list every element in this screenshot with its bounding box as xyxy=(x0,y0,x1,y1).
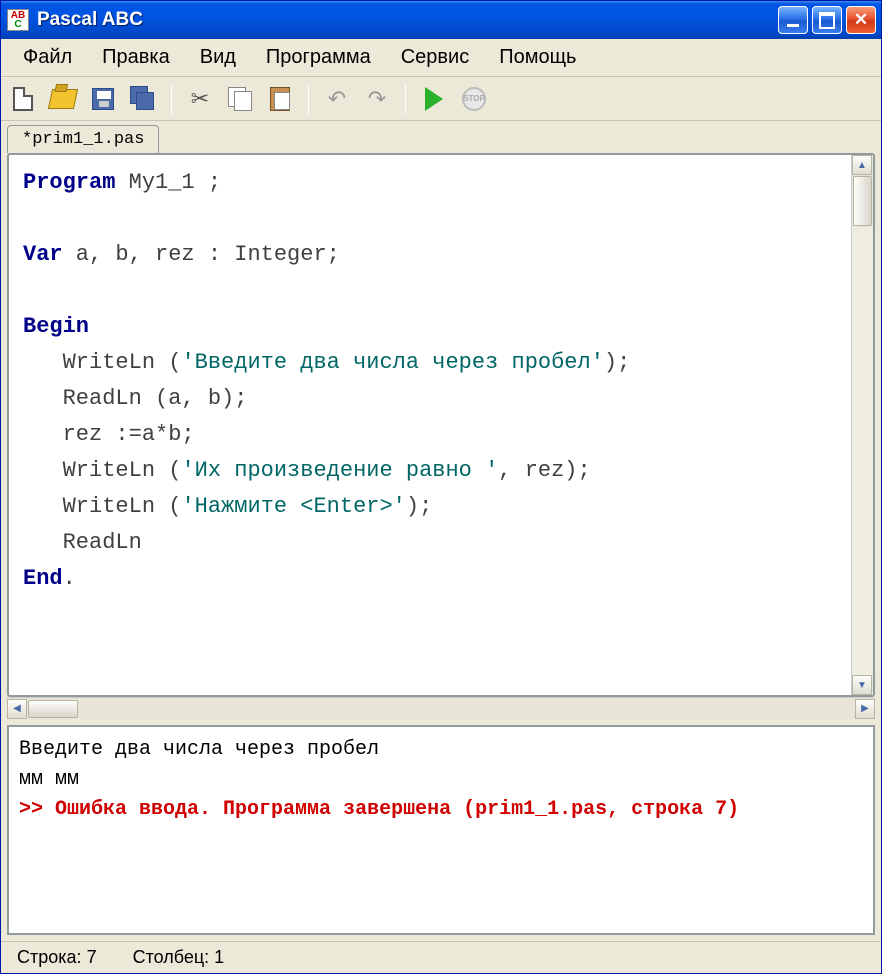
status-line: Строка: 7 xyxy=(11,945,103,970)
paste-button[interactable] xyxy=(264,83,296,115)
save-all-button[interactable] xyxy=(127,83,159,115)
scissors-icon: ✂ xyxy=(191,86,209,112)
run-button[interactable] xyxy=(418,83,450,115)
horizontal-scrollbar[interactable]: ◀ ▶ xyxy=(7,697,875,719)
toolbar: ✂ ↶ ↷ STOP xyxy=(1,77,881,121)
file-tab[interactable]: *prim1_1.pas xyxy=(7,125,159,153)
stop-button[interactable]: STOP xyxy=(458,83,490,115)
scroll-down-button[interactable]: ▼ xyxy=(852,675,872,695)
scroll-right-button[interactable]: ▶ xyxy=(855,699,875,719)
window-title: Pascal ABC xyxy=(37,9,778,31)
scroll-up-button[interactable]: ▲ xyxy=(852,155,872,175)
paste-icon xyxy=(270,87,290,111)
play-icon xyxy=(425,87,443,111)
copy-icon xyxy=(228,87,252,111)
open-folder-icon xyxy=(48,89,78,109)
menu-help[interactable]: Помощь xyxy=(485,42,590,73)
redo-icon: ↷ xyxy=(368,86,386,112)
code-editor[interactable]: Program My1_1 ; Var a, b, rez : Integer;… xyxy=(7,153,875,697)
main-window: ABC Pascal ABC Файл Правка Вид Программа… xyxy=(0,0,882,974)
maximize-button[interactable] xyxy=(812,6,842,34)
undo-icon: ↶ xyxy=(328,86,346,112)
titlebar[interactable]: ABC Pascal ABC xyxy=(1,1,881,39)
menu-view[interactable]: Вид xyxy=(186,42,250,73)
redo-button[interactable]: ↷ xyxy=(361,83,393,115)
editor-content[interactable]: Program My1_1 ; Var a, b, rez : Integer;… xyxy=(9,155,851,695)
minimize-button[interactable] xyxy=(778,6,808,34)
undo-button[interactable]: ↶ xyxy=(321,83,353,115)
output-console[interactable]: Введите два числа через пробел мм мм >> … xyxy=(7,725,875,935)
new-file-icon xyxy=(13,87,33,111)
tab-strip: *prim1_1.pas xyxy=(1,121,881,153)
window-controls xyxy=(778,6,876,34)
console-line: мм мм xyxy=(19,765,863,795)
save-button[interactable] xyxy=(87,83,119,115)
menubar: Файл Правка Вид Программа Сервис Помощь xyxy=(1,39,881,77)
copy-button[interactable] xyxy=(224,83,256,115)
scroll-track[interactable] xyxy=(852,227,873,675)
vertical-scrollbar[interactable]: ▲ ▼ xyxy=(851,155,873,695)
menu-file[interactable]: Файл xyxy=(9,42,86,73)
save-icon xyxy=(92,88,114,110)
scroll-left-button[interactable]: ◀ xyxy=(7,699,27,719)
stop-icon: STOP xyxy=(462,87,486,111)
statusbar: Строка: 7 Столбец: 1 xyxy=(1,941,881,973)
menu-service[interactable]: Сервис xyxy=(387,42,484,73)
new-file-button[interactable] xyxy=(7,83,39,115)
cut-button[interactable]: ✂ xyxy=(184,83,216,115)
toolbar-separator xyxy=(171,84,172,114)
menu-edit[interactable]: Правка xyxy=(88,42,184,73)
console-error-line: >> Ошибка ввода. Программа завершена (pr… xyxy=(19,795,863,825)
toolbar-separator xyxy=(405,84,406,114)
app-icon: ABC xyxy=(7,9,29,31)
console-line: Введите два числа через пробел xyxy=(19,735,863,765)
scroll-thumb[interactable] xyxy=(853,176,872,226)
open-file-button[interactable] xyxy=(47,83,79,115)
close-button[interactable] xyxy=(846,6,876,34)
toolbar-separator xyxy=(308,84,309,114)
menu-program[interactable]: Программа xyxy=(252,42,385,73)
save-all-icon xyxy=(130,86,156,112)
scroll-thumb[interactable] xyxy=(28,700,78,718)
status-column: Столбец: 1 xyxy=(127,945,231,970)
